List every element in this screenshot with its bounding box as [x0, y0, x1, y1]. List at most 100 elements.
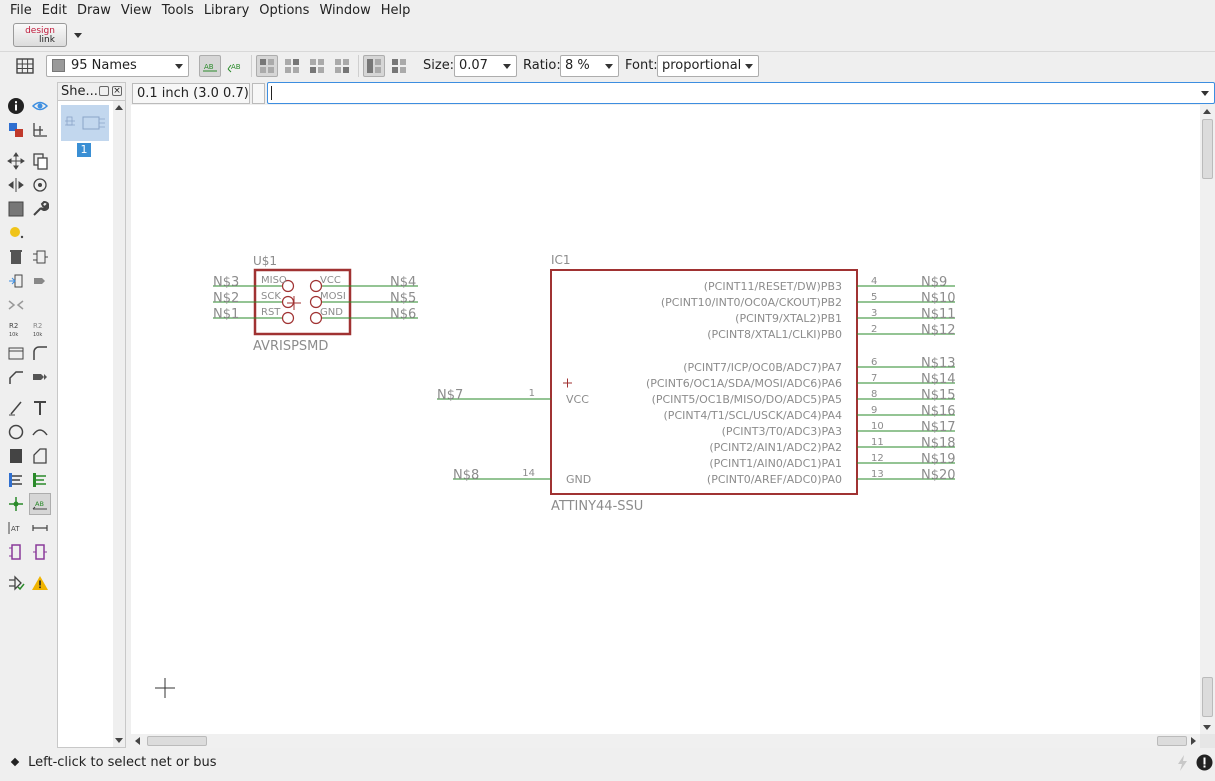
- add-icon[interactable]: [29, 246, 51, 268]
- text-align-ab-button[interactable]: AB: [199, 55, 221, 77]
- scroll-right-icon[interactable]: [1191, 737, 1196, 745]
- grid-icon[interactable]: [14, 55, 36, 77]
- scroll-up-icon[interactable]: [1203, 109, 1211, 114]
- line-icon[interactable]: [5, 397, 27, 419]
- net-label[interactable]: N$11: [921, 307, 956, 322]
- schematic-drawing[interactable]: U$1 AVRISPSMD MISO N$3 SCK N$2 RST N$1 VCC N$4 M…: [131, 105, 1200, 734]
- sheet-number[interactable]: 1: [77, 143, 91, 157]
- ratio-select[interactable]: 8 %: [560, 55, 619, 77]
- part-u1[interactable]: U$1 AVRISPSMD MISO N$3 SCK N$2 RST N$1 VCC N$4 M…: [213, 254, 418, 354]
- layers-icon[interactable]: [5, 119, 27, 141]
- invoke-icon[interactable]: [29, 366, 51, 388]
- group-icon[interactable]: [5, 198, 27, 220]
- bus-icon[interactable]: [5, 469, 27, 491]
- schematic-canvas[interactable]: U$1 AVRISPSMD MISO N$3 SCK N$2 RST N$1 VCC N$4 M…: [131, 105, 1200, 734]
- warning-icon[interactable]: [29, 572, 51, 594]
- net-icon[interactable]: [29, 469, 51, 491]
- info-icon[interactable]: [5, 95, 27, 117]
- font-select[interactable]: proportional: [657, 55, 759, 77]
- design-link-button[interactable]: design link: [13, 23, 67, 47]
- net-label[interactable]: N$8: [453, 468, 479, 483]
- polygon-icon[interactable]: [29, 445, 51, 467]
- net-label[interactable]: N$14: [921, 372, 956, 387]
- net-label[interactable]: N$9: [921, 275, 947, 290]
- net-label[interactable]: N$5: [390, 291, 416, 306]
- proportional-font-button[interactable]: [388, 55, 410, 77]
- rotate-icon[interactable]: [29, 174, 51, 196]
- grid-toggle-button[interactable]: [252, 83, 265, 104]
- net-label[interactable]: N$20: [921, 468, 956, 483]
- float-icon[interactable]: [99, 86, 109, 96]
- net-label[interactable]: N$7: [437, 388, 463, 403]
- net-label[interactable]: N$12: [921, 323, 956, 338]
- value-icon[interactable]: R2 10k: [29, 318, 51, 340]
- wrench-icon[interactable]: [29, 198, 51, 220]
- menu-options[interactable]: Options: [254, 3, 314, 18]
- circle-icon[interactable]: [5, 421, 27, 443]
- net-label[interactable]: N$16: [921, 404, 956, 419]
- net-label[interactable]: N$10: [921, 291, 956, 306]
- delete-icon[interactable]: [5, 246, 27, 268]
- text-align-ab-alt-button[interactable]: AB: [224, 55, 246, 77]
- align-bottom-left-button[interactable]: [306, 55, 328, 77]
- vector-font-button[interactable]: [363, 55, 385, 77]
- horizontal-scroll-thumb-right[interactable]: [1157, 736, 1187, 746]
- menu-file[interactable]: File: [5, 3, 37, 18]
- smash-icon[interactable]: [29, 342, 51, 364]
- net-label[interactable]: N$4: [390, 275, 416, 290]
- attribute-icon[interactable]: AT: [5, 517, 27, 539]
- menu-tools[interactable]: Tools: [157, 3, 199, 18]
- scroll-up-icon[interactable]: [115, 105, 123, 110]
- menu-view[interactable]: View: [116, 3, 157, 18]
- align-bottom-right-button[interactable]: [331, 55, 353, 77]
- error-status-icon[interactable]: [1196, 754, 1213, 771]
- lightning-icon[interactable]: [1176, 755, 1190, 771]
- arc-icon[interactable]: [29, 421, 51, 443]
- align-top-right-button[interactable]: [281, 55, 303, 77]
- horizontal-scroll-thumb[interactable]: [147, 736, 207, 746]
- menu-draw[interactable]: Draw: [72, 3, 116, 18]
- menu-library[interactable]: Library: [199, 3, 254, 18]
- command-line-input[interactable]: [267, 82, 1215, 104]
- rect-icon[interactable]: [5, 445, 27, 467]
- net-label[interactable]: N$13: [921, 356, 956, 371]
- net-label[interactable]: N$1: [213, 307, 239, 322]
- menu-window[interactable]: Window: [314, 3, 375, 18]
- layer-select[interactable]: 95 Names: [46, 55, 189, 77]
- pin-swap-icon[interactable]: [5, 294, 27, 316]
- replace-icon[interactable]: [5, 270, 27, 292]
- net-label[interactable]: N$2: [213, 291, 239, 306]
- canvas-horizontal-scrollbar[interactable]: [131, 734, 1200, 748]
- frame-icon[interactable]: [5, 541, 27, 563]
- net-label[interactable]: N$15: [921, 388, 956, 403]
- menu-edit[interactable]: Edit: [37, 3, 72, 18]
- split-icon[interactable]: [5, 342, 27, 364]
- scroll-down-icon[interactable]: [115, 738, 123, 743]
- name-icon[interactable]: R2 10k: [5, 318, 27, 340]
- bulb-icon[interactable]: [5, 222, 27, 244]
- copy-icon[interactable]: [29, 150, 51, 172]
- frame-b-icon[interactable]: [29, 541, 51, 563]
- menu-help[interactable]: Help: [376, 3, 416, 18]
- mirror-icon[interactable]: [5, 174, 27, 196]
- move-icon[interactable]: [5, 150, 27, 172]
- net-label[interactable]: N$17: [921, 420, 956, 435]
- sheets-scrollbar[interactable]: [113, 101, 125, 747]
- mark-icon[interactable]: [29, 119, 51, 141]
- size-select[interactable]: 0.07: [454, 55, 517, 77]
- miter-icon[interactable]: [5, 366, 27, 388]
- sheet-thumbnail[interactable]: [61, 105, 109, 141]
- gate-swap-icon[interactable]: [29, 270, 51, 292]
- design-link-dropdown-icon[interactable]: [74, 33, 82, 38]
- erc-icon[interactable]: [5, 572, 27, 594]
- canvas-vertical-scrollbar[interactable]: [1200, 105, 1215, 734]
- close-icon[interactable]: ×: [112, 86, 122, 96]
- junction-icon[interactable]: [5, 493, 27, 515]
- chevron-down-icon[interactable]: [1201, 91, 1209, 96]
- text-icon[interactable]: [29, 397, 51, 419]
- dimension-icon[interactable]: [29, 517, 51, 539]
- scroll-left-icon[interactable]: [135, 737, 140, 745]
- label-icon[interactable]: AB: [29, 493, 51, 515]
- net-label[interactable]: N$3: [213, 275, 239, 290]
- eye-icon[interactable]: [29, 95, 51, 117]
